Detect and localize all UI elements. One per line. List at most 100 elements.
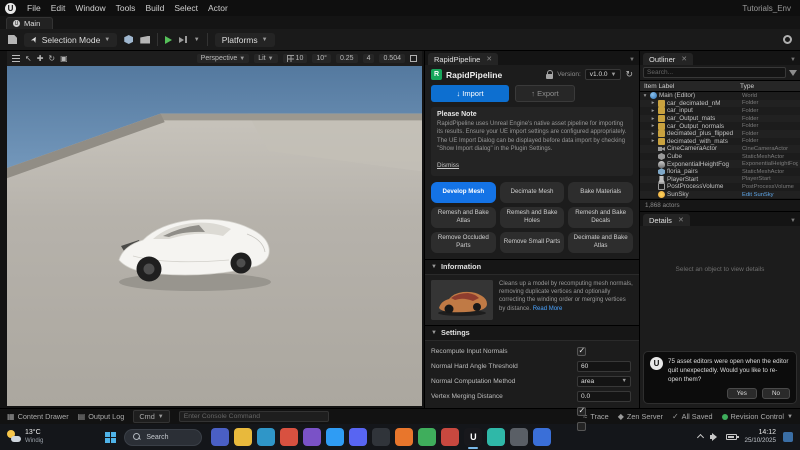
chevron-right-icon[interactable]: ▸ (650, 100, 656, 106)
chevron-right-icon[interactable]: ▸ (650, 116, 656, 122)
outliner-item-type[interactable]: Edit SunSky (742, 192, 798, 198)
content-drawer-button[interactable]: ▦ Content Drawer (7, 412, 69, 421)
trace-button[interactable]: ≈ Trace (583, 412, 609, 421)
setting-input[interactable] (577, 391, 631, 402)
lit-dropdown[interactable]: Lit ▼ (254, 54, 277, 63)
app-icon-green[interactable] (418, 428, 436, 446)
maximize-viewport-icon[interactable] (410, 55, 417, 62)
outliner-row[interactable]: ▸car_inputFolder (640, 107, 800, 115)
outliner-column-header[interactable]: Item Label Type (640, 80, 800, 92)
menu-tools[interactable]: Tools (111, 2, 141, 14)
setting-select[interactable]: area▼ (577, 376, 631, 387)
select-tool-icon[interactable]: ↖ (25, 55, 32, 63)
outliner-row[interactable]: ▸car_Output_matsFolder (640, 115, 800, 123)
play-button[interactable] (165, 36, 172, 44)
rotate-tool-icon[interactable]: ↻ (48, 55, 55, 63)
taskbar-search[interactable]: Search (124, 429, 202, 446)
app-icon-teal[interactable] (487, 428, 505, 446)
viewport-3d[interactable] (7, 66, 422, 406)
setting-input[interactable] (577, 361, 631, 372)
chrome-browser-icon[interactable] (280, 428, 298, 446)
outliner-row[interactable]: ▸car_decimated_nMFolder (640, 100, 800, 108)
chevron-right-icon[interactable]: ▸ (650, 123, 656, 129)
panel-options-chevron-icon[interactable]: ▼ (790, 57, 800, 65)
setting-checkbox[interactable] (577, 407, 586, 416)
app-icon-dark[interactable] (372, 428, 390, 446)
menu-window[interactable]: Window (70, 2, 110, 14)
menu-build[interactable]: Build (140, 2, 169, 14)
menu-actor[interactable]: Actor (203, 2, 233, 14)
tab-details[interactable]: Details ✕ (643, 214, 690, 226)
app-icon-gray[interactable] (510, 428, 528, 446)
column-type[interactable]: Type (740, 83, 796, 90)
scale-tool-icon[interactable]: ▣ (60, 55, 68, 63)
close-icon[interactable]: ✕ (486, 55, 492, 63)
outliner-row[interactable]: ExponentialHeightFogExponentialHeightFog (640, 160, 800, 168)
outliner-row[interactable]: CubeStaticMeshActor (640, 153, 800, 161)
outliner-row[interactable]: ▸decimated_plus_flippedFolder (640, 130, 800, 138)
outliner-row[interactable]: ▸decimated_with_matsFolder (640, 138, 800, 146)
skip-button[interactable] (179, 36, 187, 43)
mode-button[interactable]: Remesh and Bake Holes (500, 207, 565, 228)
outliner-row[interactable]: CineCameraActorCineCameraActor (640, 145, 800, 153)
chevron-right-icon[interactable]: ▸ (650, 138, 656, 144)
yes-button[interactable]: Yes (727, 388, 757, 399)
battery-icon[interactable] (726, 434, 737, 440)
outliner-search-input[interactable] (643, 67, 786, 78)
move-tool-icon[interactable]: ✚ (37, 55, 44, 63)
car-model[interactable] (107, 194, 287, 304)
zen-server-button[interactable]: ◆ Zen Server (618, 412, 663, 421)
no-button[interactable]: No (762, 388, 790, 399)
outliner-row[interactable]: ▾Main (Editor)World (640, 92, 800, 100)
notifications-badge[interactable] (783, 432, 793, 442)
weather-widget[interactable]: 13°C Windig (7, 429, 43, 445)
outliner-row[interactable]: PostProcessVolumePostProcessVolume (640, 183, 800, 191)
column-item-label[interactable]: Item Label (644, 83, 740, 90)
unreal-engine-icon[interactable]: U (464, 428, 482, 446)
setting-checkbox[interactable] (577, 347, 586, 356)
export-button[interactable]: ↑ Export (515, 85, 575, 102)
tab-outliner[interactable]: Outliner ✕ (643, 53, 693, 65)
blueprints-icon[interactable] (124, 35, 133, 44)
close-icon[interactable]: ✕ (678, 216, 684, 224)
rotation-snap-toggle[interactable]: 10° (312, 54, 331, 63)
blender-icon[interactable] (395, 428, 413, 446)
close-icon[interactable]: ✕ (681, 55, 687, 63)
console-command-input[interactable] (179, 411, 329, 422)
panel-options-chevron-icon[interactable]: ▼ (629, 57, 639, 65)
outliner-row[interactable]: floria_pairsStaticMeshActor (640, 168, 800, 176)
mode-button[interactable]: Remesh and Bake Decals (568, 207, 633, 228)
version-dropdown[interactable]: v1.0.0 ▼ (585, 69, 622, 80)
app-icon-navy[interactable] (533, 428, 551, 446)
chevron-right-icon[interactable]: ▸ (650, 108, 656, 114)
tab-rapidpipeline[interactable]: RapidPipeline ✕ (428, 53, 498, 65)
setting-checkbox[interactable] (577, 422, 586, 431)
mode-button[interactable]: Decimate Mesh (500, 182, 565, 203)
viewport-menu-icon[interactable] (12, 55, 20, 62)
menu-select[interactable]: Select (169, 2, 203, 14)
volume-icon[interactable] (710, 433, 719, 441)
vscode-icon[interactable] (326, 428, 344, 446)
play-options-chevron-icon[interactable]: ▼ (194, 37, 200, 43)
outliner-row[interactable]: PlayerStartPlayerStart (640, 176, 800, 184)
mode-button[interactable]: Remove Small Parts (500, 232, 565, 253)
outliner-row[interactable]: SunSkyEdit SunSky (640, 191, 800, 199)
edge-browser-icon[interactable] (257, 428, 275, 446)
outliner-row[interactable]: ▸car_Output_normalsFolder (640, 122, 800, 130)
chevron-right-icon[interactable]: ▸ (650, 131, 656, 137)
camera-speed-control[interactable]: 4 (363, 54, 375, 63)
information-section-header[interactable]: ▼ Information (425, 259, 639, 275)
mode-button[interactable]: Develop Mesh (431, 182, 496, 203)
mode-button[interactable]: Remesh and Bake Atlas (431, 207, 496, 228)
menu-file[interactable]: File (22, 2, 46, 14)
lock-icon[interactable] (546, 74, 553, 79)
cinematics-icon[interactable] (140, 36, 150, 44)
import-button[interactable]: ↓ Import (431, 85, 509, 102)
all-saved-indicator[interactable]: ✓ All Saved (672, 412, 713, 421)
grid-snap-toggle[interactable]: 10 (283, 54, 308, 63)
filter-icon[interactable] (789, 70, 797, 76)
menu-edit[interactable]: Edit (46, 2, 71, 14)
read-more-link[interactable]: Read More (533, 306, 563, 312)
platforms-dropdown[interactable]: Platforms ▼ (215, 33, 275, 47)
mode-button[interactable]: Remove Occluded Parts (431, 232, 496, 253)
